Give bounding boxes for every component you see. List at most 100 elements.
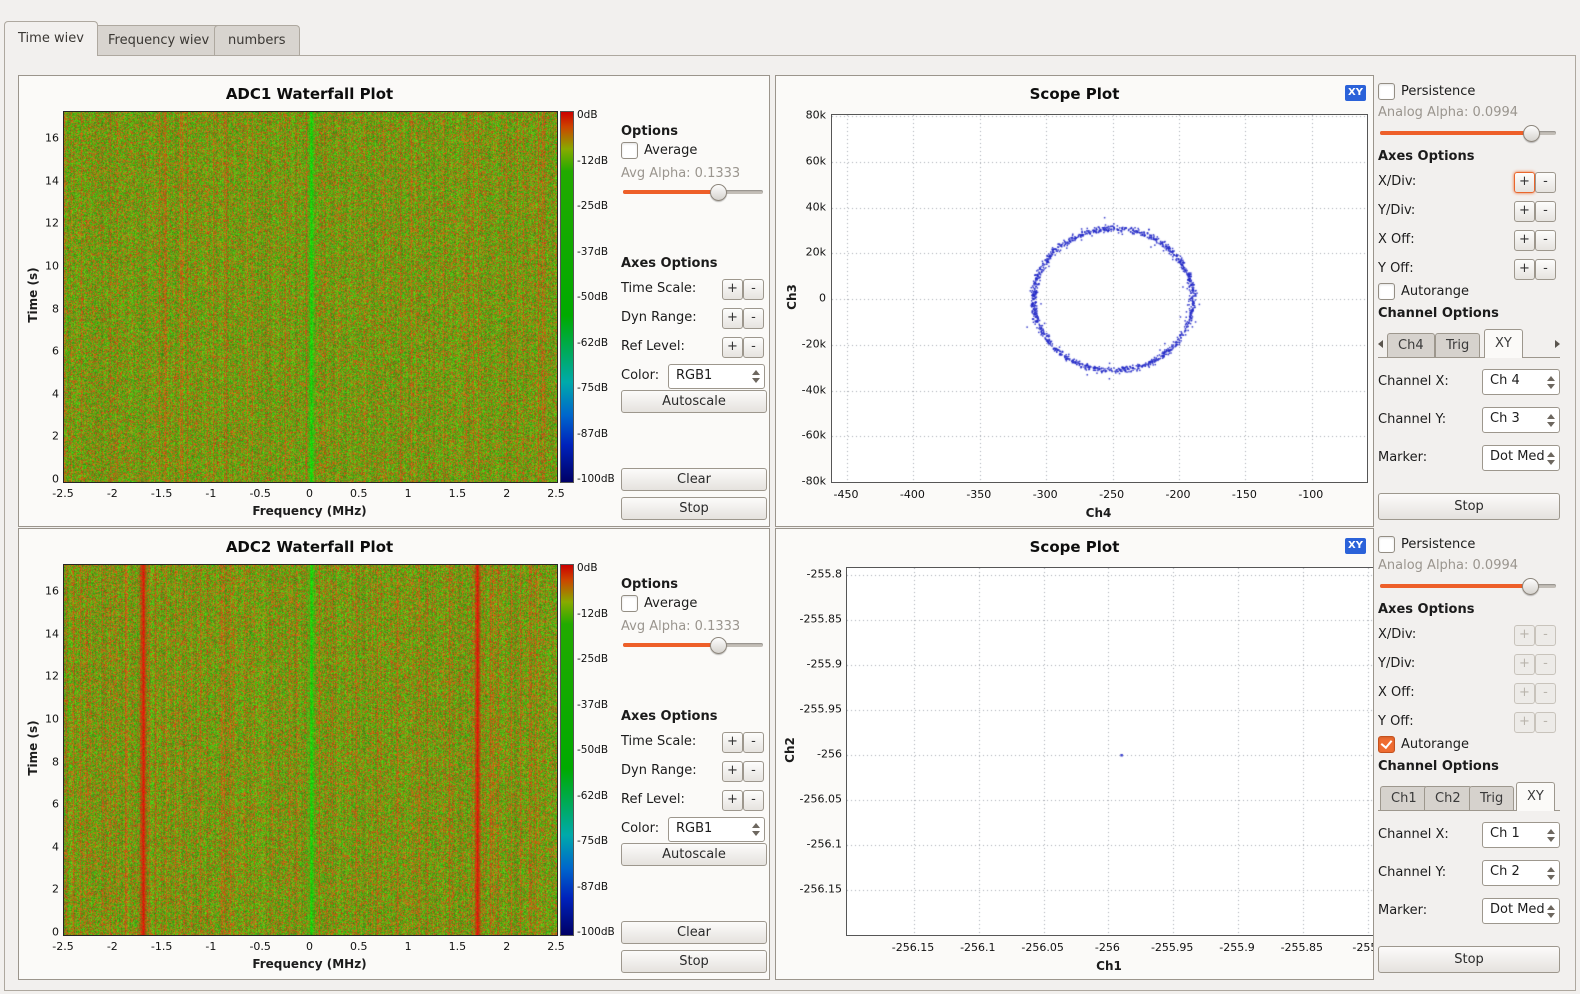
adc1-stop-button[interactable]: Stop — [621, 497, 767, 520]
adc2-dyn-range-decrease-button[interactable]: - — [743, 761, 764, 782]
adc2-color-select[interactable]: RGB1 — [668, 817, 765, 842]
adc2-time-scale-increase-button[interactable]: + — [722, 732, 743, 753]
scope2-tab-ch1[interactable]: Ch1 — [1380, 786, 1428, 810]
slider-handle[interactable] — [1522, 578, 1539, 595]
scope2-xoff-decrease-button[interactable]: - — [1535, 683, 1556, 704]
scope1-yoff-increase-button[interactable]: + — [1514, 259, 1535, 280]
scope2-plot-canvas[interactable] — [846, 567, 1374, 936]
scope2-marker-select[interactable]: Dot Med — [1482, 898, 1560, 924]
chevron-right-icon[interactable] — [1555, 340, 1560, 348]
adc2-stop-button[interactable]: Stop — [621, 950, 767, 973]
scope1-ydiv-decrease-button[interactable]: - — [1535, 201, 1556, 222]
adc2-ref-level-decrease-button[interactable]: - — [743, 790, 764, 811]
scope1-tab-ch4[interactable]: Ch4 — [1387, 333, 1435, 357]
spin-up-icon[interactable] — [1547, 829, 1555, 834]
adc1-waterfall-canvas[interactable] — [63, 111, 558, 483]
scope2-stop-button[interactable]: Stop — [1378, 946, 1560, 973]
spinner-arrows-icon[interactable] — [1547, 899, 1555, 923]
spin-down-icon[interactable] — [1547, 422, 1555, 427]
adc1-average-checkbox[interactable]: Average — [621, 142, 697, 159]
spin-down-icon[interactable] — [1547, 837, 1555, 842]
scope1-stop-button[interactable]: Stop — [1378, 493, 1560, 520]
scope2-channel-y-select[interactable]: Ch 2 — [1482, 860, 1560, 886]
spin-down-icon[interactable] — [752, 378, 760, 383]
scope1-xoff-increase-button[interactable]: + — [1514, 230, 1535, 251]
adc1-dyn-range-decrease-button[interactable]: - — [743, 308, 764, 329]
axis-tick-label: -12dB — [577, 155, 608, 167]
scope1-tab-trig[interactable]: Trig — [1435, 333, 1480, 357]
spin-down-icon[interactable] — [1547, 460, 1555, 465]
spin-up-icon[interactable] — [752, 370, 760, 375]
scope1-xdiv-decrease-button[interactable]: - — [1535, 172, 1556, 193]
scope1-analog-alpha-slider[interactable] — [1380, 125, 1556, 141]
scope1-xdiv-increase-button[interactable]: + — [1514, 172, 1535, 193]
scope2-ydiv-increase-button[interactable]: + — [1514, 654, 1535, 675]
tab-frequency-view[interactable]: Frequency wiev — [94, 25, 223, 55]
spin-up-icon[interactable] — [1547, 867, 1555, 872]
spin-up-icon[interactable] — [1547, 376, 1555, 381]
tab-time-view[interactable]: Time wiev — [4, 21, 98, 56]
chevron-left-icon[interactable] — [1378, 340, 1383, 348]
spin-up-icon[interactable] — [1547, 905, 1555, 910]
scope2-tab-ch2[interactable]: Ch2 — [1424, 786, 1472, 810]
adc1-autoscale-button[interactable]: Autoscale — [621, 390, 767, 413]
spin-up-icon[interactable] — [752, 823, 760, 828]
spinner-arrows-icon[interactable] — [1547, 408, 1555, 432]
spinner-arrows-icon[interactable] — [1547, 861, 1555, 885]
scope1-xoff-decrease-button[interactable]: - — [1535, 230, 1556, 251]
adc1-time-scale-increase-button[interactable]: + — [722, 279, 743, 300]
spinner-arrows-icon[interactable] — [1547, 823, 1555, 847]
spin-up-icon[interactable] — [1547, 414, 1555, 419]
spinner-arrows-icon[interactable] — [1547, 370, 1555, 394]
spinner-arrows-icon[interactable] — [752, 818, 760, 841]
scope2-tab-xy[interactable]: XY — [1516, 782, 1555, 811]
spin-down-icon[interactable] — [1547, 913, 1555, 918]
adc1-clear-button[interactable]: Clear — [621, 468, 767, 491]
scope2-persistence-checkbox[interactable]: Persistence — [1378, 536, 1475, 553]
scope2-xdiv-increase-button[interactable]: + — [1514, 625, 1535, 646]
scope1-yoff-decrease-button[interactable]: - — [1535, 259, 1556, 280]
scope2-analog-alpha-slider[interactable] — [1380, 578, 1556, 594]
slider-handle[interactable] — [1523, 125, 1540, 142]
adc2-clear-button[interactable]: Clear — [621, 921, 767, 944]
adc1-color-select[interactable]: RGB1 — [668, 364, 765, 389]
spin-down-icon[interactable] — [1547, 875, 1555, 880]
axis-tick-label: -150 — [1232, 488, 1257, 501]
adc2-ref-level-increase-button[interactable]: + — [722, 790, 743, 811]
scope2-channel-x-select[interactable]: Ch 1 — [1482, 822, 1560, 848]
adc2-avg-alpha-slider[interactable] — [623, 637, 763, 653]
tab-numbers[interactable]: numbers — [214, 25, 300, 55]
spin-down-icon[interactable] — [1547, 384, 1555, 389]
scope1-ydiv-increase-button[interactable]: + — [1514, 201, 1535, 222]
scope2-ydiv-decrease-button[interactable]: - — [1535, 654, 1556, 675]
scope1-persistence-checkbox[interactable]: Persistence — [1378, 83, 1475, 100]
adc1-dyn-range-increase-button[interactable]: + — [722, 308, 743, 329]
scope2-xoff-increase-button[interactable]: + — [1514, 683, 1535, 704]
scope1-channel-x-select[interactable]: Ch 4 — [1482, 369, 1560, 395]
scope2-yoff-increase-button[interactable]: + — [1514, 712, 1535, 733]
spin-down-icon[interactable] — [752, 831, 760, 836]
adc2-time-scale-decrease-button[interactable]: - — [743, 732, 764, 753]
adc2-dyn-range-increase-button[interactable]: + — [722, 761, 743, 782]
adc1-ref-level-increase-button[interactable]: + — [722, 337, 743, 358]
scope1-autorange-checkbox[interactable]: Autorange — [1378, 283, 1469, 300]
adc2-waterfall-canvas[interactable] — [63, 564, 558, 936]
adc2-autoscale-button[interactable]: Autoscale — [621, 843, 767, 866]
scope2-autorange-checkbox[interactable]: Autorange — [1378, 736, 1469, 753]
scope1-channel-y-select[interactable]: Ch 3 — [1482, 407, 1560, 433]
scope2-tab-trig[interactable]: Trig — [1469, 786, 1514, 810]
spin-up-icon[interactable] — [1547, 452, 1555, 457]
scope2-xdiv-decrease-button[interactable]: - — [1535, 625, 1556, 646]
scope1-tab-xy[interactable]: XY — [1484, 329, 1523, 358]
spinner-arrows-icon[interactable] — [1547, 446, 1555, 470]
scope1-marker-select[interactable]: Dot Med — [1482, 445, 1560, 471]
adc1-time-scale-decrease-button[interactable]: - — [743, 279, 764, 300]
adc1-avg-alpha-slider[interactable] — [623, 184, 763, 200]
adc2-average-checkbox[interactable]: Average — [621, 595, 697, 612]
scope1-plot-canvas[interactable] — [831, 114, 1368, 483]
slider-handle[interactable] — [710, 184, 727, 201]
spinner-arrows-icon[interactable] — [752, 365, 760, 388]
adc1-ref-level-decrease-button[interactable]: - — [743, 337, 764, 358]
scope2-yoff-decrease-button[interactable]: - — [1535, 712, 1556, 733]
slider-handle[interactable] — [710, 637, 727, 654]
